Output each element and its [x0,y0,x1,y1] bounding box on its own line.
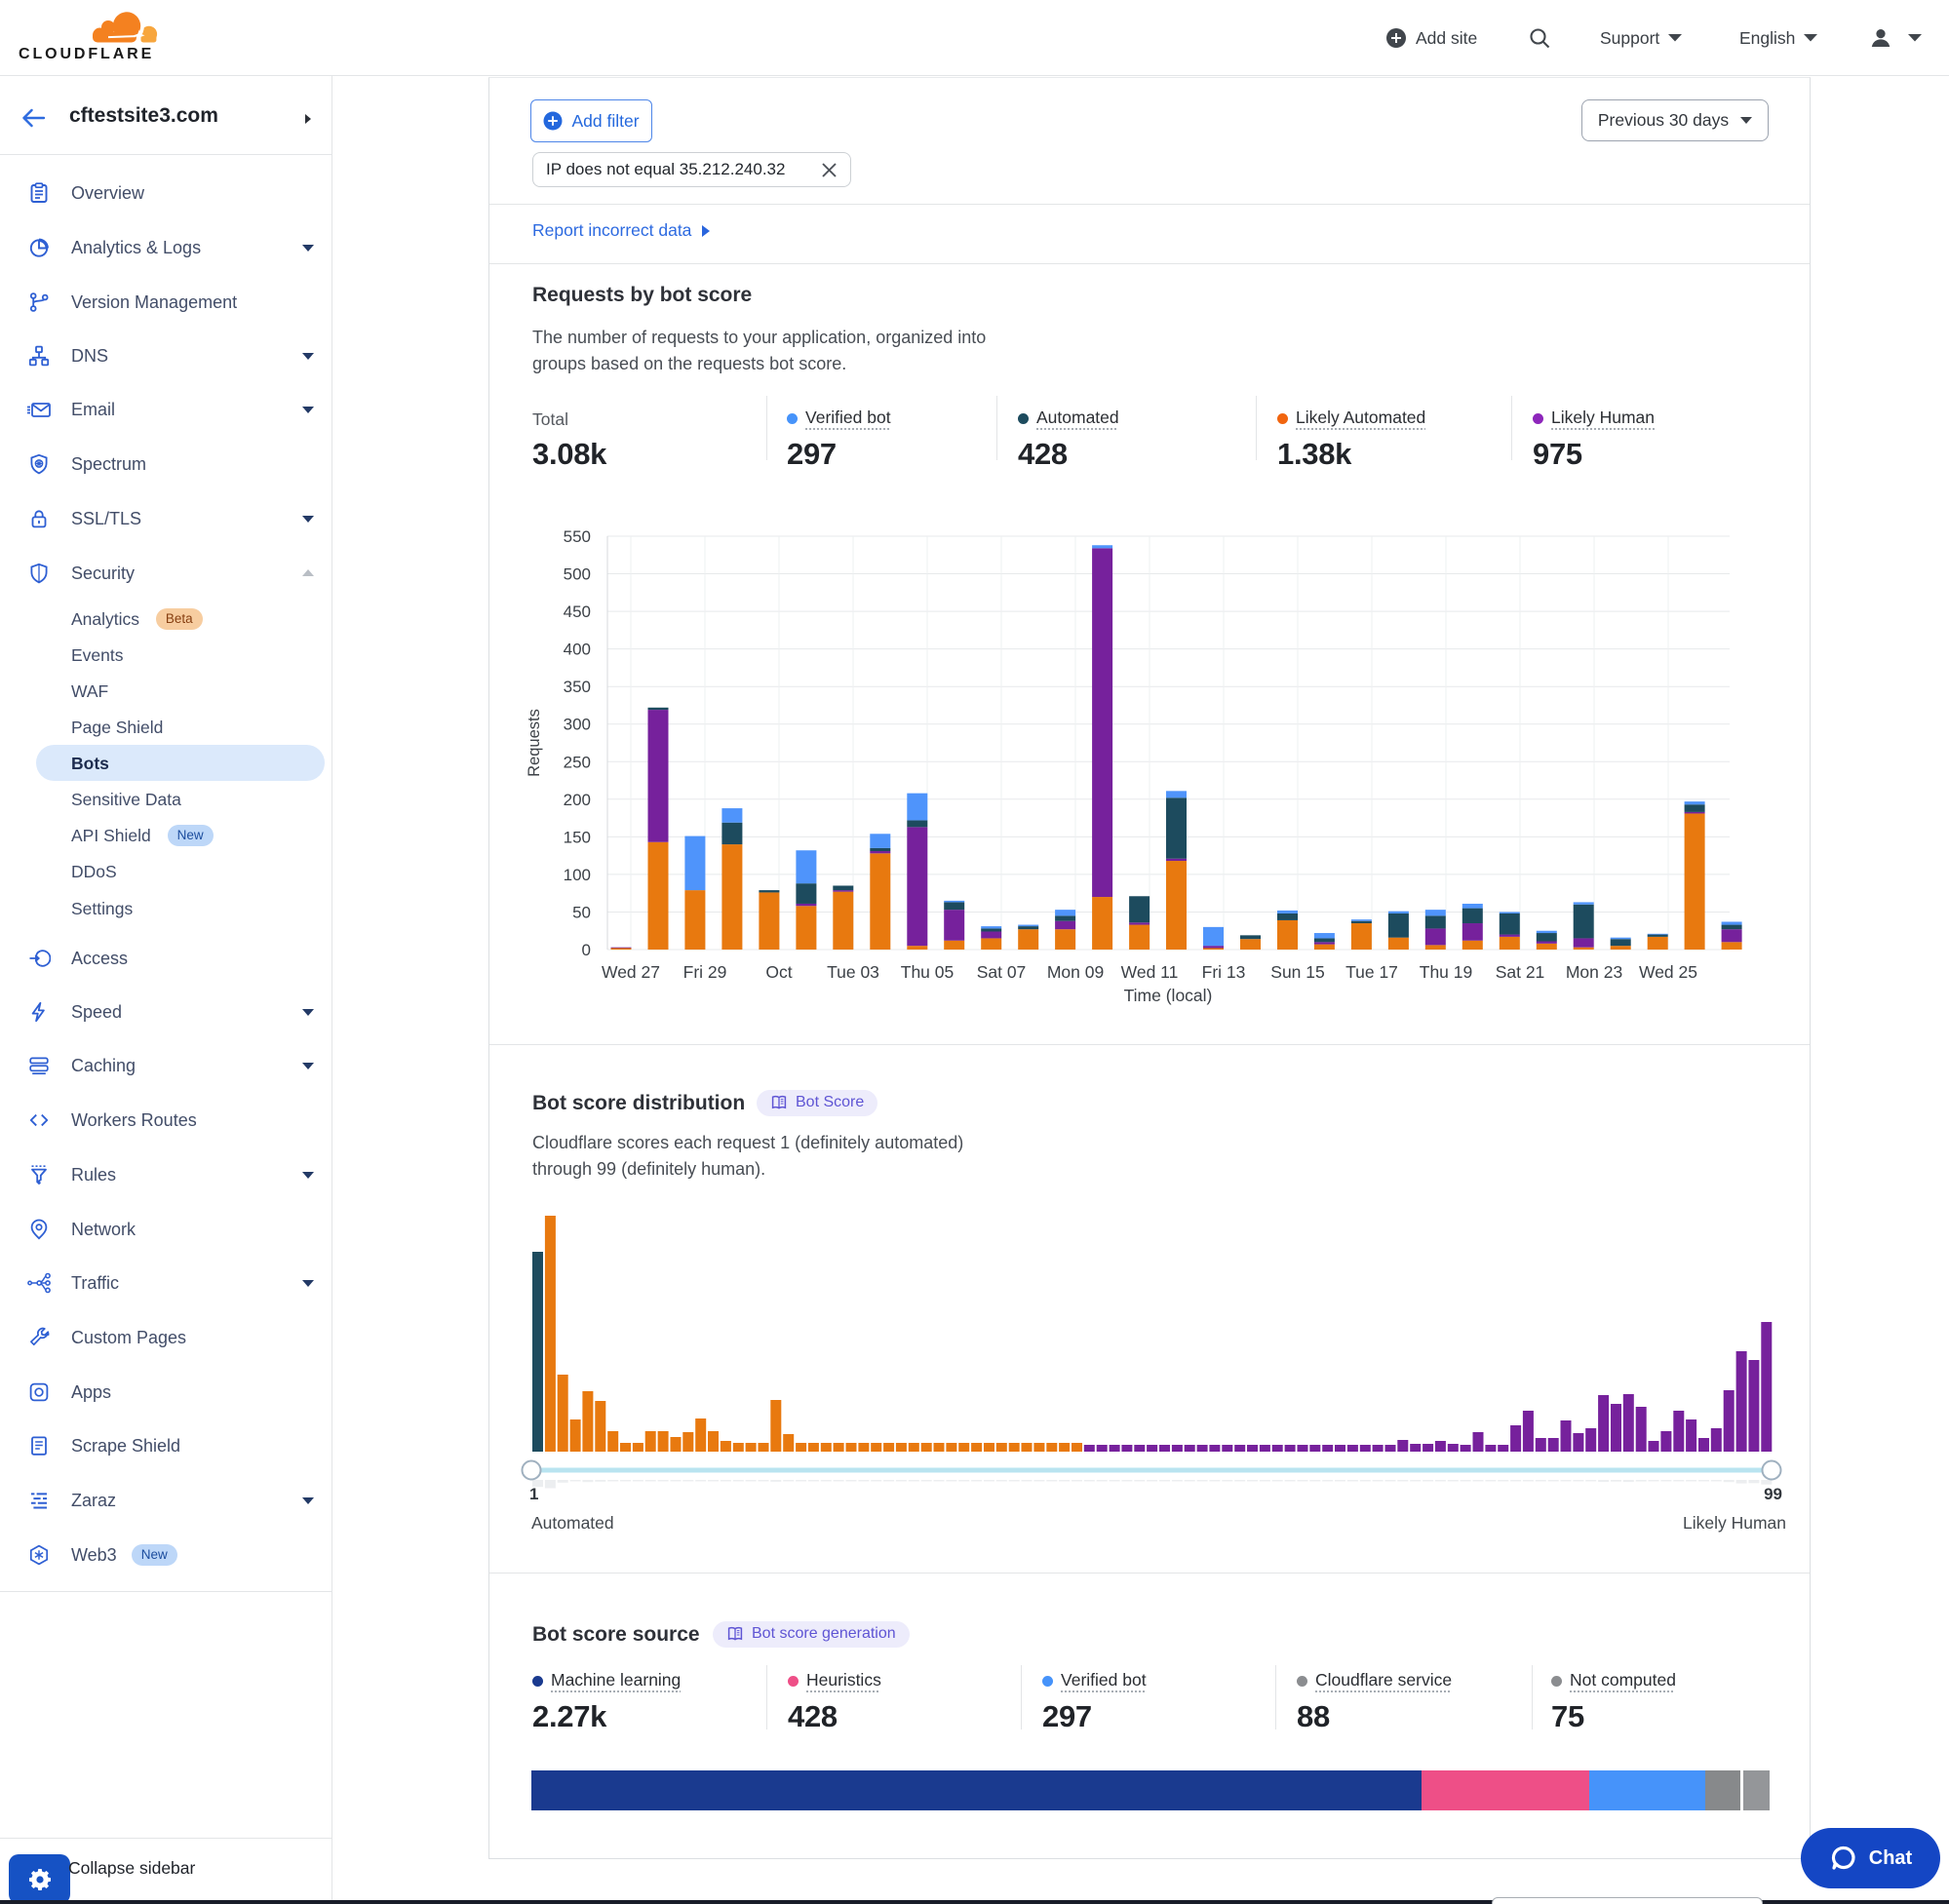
svg-text:Wed 11: Wed 11 [1121,962,1179,982]
svg-text:Mon 23: Mon 23 [1566,962,1622,982]
svg-text:550: 550 [564,527,591,546]
svg-text:500: 500 [564,565,591,584]
svg-text:150: 150 [564,828,591,846]
svg-text:450: 450 [564,602,591,621]
svg-text:Tue 17: Tue 17 [1345,962,1398,982]
svg-text:Thu 19: Thu 19 [1420,962,1472,982]
svg-text:Wed 25: Wed 25 [1639,962,1697,982]
svg-text:Fri 13: Fri 13 [1202,962,1246,982]
svg-text:Sat 21: Sat 21 [1496,962,1545,982]
svg-text:50: 50 [572,904,591,922]
svg-text:Wed 27: Wed 27 [602,962,660,982]
svg-text:400: 400 [564,641,591,659]
svg-text:100: 100 [564,866,591,884]
svg-text:Thu 05: Thu 05 [901,962,954,982]
svg-text:Mon 09: Mon 09 [1047,962,1104,982]
svg-text:Requests: Requests [526,709,543,777]
svg-text:Fri 29: Fri 29 [683,962,727,982]
svg-text:350: 350 [564,678,591,696]
svg-text:Sun 15: Sun 15 [1270,962,1324,982]
svg-text:Tue 03: Tue 03 [827,962,879,982]
svg-text:200: 200 [564,791,591,809]
svg-text:250: 250 [564,753,591,771]
svg-text:Time (local): Time (local) [1124,986,1213,1005]
svg-text:0: 0 [582,941,591,959]
svg-text:Sat 07: Sat 07 [977,962,1027,982]
svg-text:Oct: Oct [765,962,792,982]
svg-text:300: 300 [564,716,591,734]
